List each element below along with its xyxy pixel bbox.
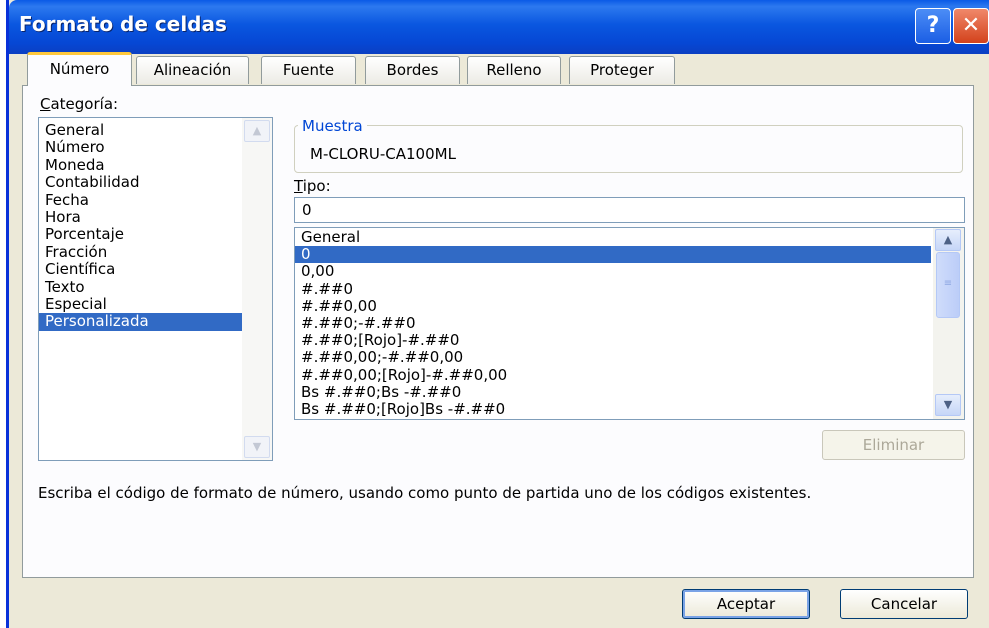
- tab-bordes[interactable]: Bordes: [365, 56, 460, 84]
- category-scrollbar[interactable]: ▲ ▼: [242, 118, 272, 460]
- list-item[interactable]: 0: [295, 246, 931, 264]
- list-item[interactable]: Especial: [39, 295, 272, 313]
- category-label: Categoría:: [40, 95, 119, 113]
- list-item[interactable]: General: [39, 121, 272, 139]
- list-item[interactable]: Porcentaje: [39, 226, 272, 243]
- list-item[interactable]: Bs #.##0;Bs -#.##0: [295, 383, 931, 401]
- sample-legend: Muestra: [298, 117, 367, 135]
- arrow-up-icon[interactable]: ▲: [244, 120, 270, 142]
- list-item[interactable]: #.##0,00;-#.##0,00: [295, 349, 931, 366]
- dialog-title: Formato de celdas: [19, 12, 227, 36]
- list-item[interactable]: #.##0,00;[Rojo]-#.##0,00: [295, 366, 931, 384]
- cancel-button[interactable]: Cancelar: [840, 589, 968, 619]
- format-code-list[interactable]: General 0 0,00 #.##0 #.##0,00 #.##0;-#.##0 #.#…: [294, 227, 965, 420]
- list-item[interactable]: Contabilidad: [39, 173, 272, 191]
- list-item[interactable]: Moneda: [39, 156, 272, 174]
- list-item[interactable]: General: [295, 228, 931, 246]
- close-icon[interactable]: ✕: [953, 8, 989, 44]
- list-item[interactable]: #.##0;-#.##0: [295, 314, 931, 332]
- title-bar[interactable]: Formato de celdas ? ✕: [9, 0, 989, 54]
- list-item[interactable]: Hora: [39, 208, 272, 226]
- list-item[interactable]: Bs #.##0;[Rojo]Bs -#.##0: [295, 400, 931, 418]
- arrow-up-icon[interactable]: ▲: [935, 229, 961, 251]
- tab-alineacion[interactable]: Alineación: [136, 56, 249, 84]
- category-list[interactable]: General Número Moneda Contabilidad Fecha Hora…: [38, 117, 273, 461]
- format-list-scrollbar[interactable]: ▲ ≡ ▼: [933, 228, 964, 419]
- tab-fuente[interactable]: Fuente: [261, 56, 356, 84]
- help-icon[interactable]: ?: [915, 8, 951, 44]
- ok-button[interactable]: Aceptar: [682, 589, 810, 619]
- arrow-down-icon[interactable]: ▼: [935, 394, 961, 416]
- list-item[interactable]: #.##0: [295, 280, 931, 298]
- tab-relleno[interactable]: Relleno: [467, 56, 561, 84]
- list-item[interactable]: Texto: [39, 278, 272, 296]
- arrow-down-icon[interactable]: ▼: [244, 436, 270, 458]
- tab-proteger[interactable]: Proteger: [569, 56, 675, 84]
- list-item[interactable]: 0,00: [295, 263, 931, 280]
- list-item[interactable]: Fecha: [39, 191, 272, 209]
- list-item[interactable]: Personalizada: [39, 313, 272, 331]
- grip-icon[interactable]: ≡: [936, 252, 960, 318]
- sample-value: M-CLORU-CA100ML: [310, 145, 456, 163]
- type-input[interactable]: 0: [294, 197, 965, 223]
- list-item[interactable]: #.##0;[Rojo]-#.##0: [295, 332, 931, 349]
- delete-button[interactable]: Eliminar: [822, 430, 965, 460]
- tab-numero[interactable]: Número: [27, 52, 132, 86]
- list-item[interactable]: Fracción: [39, 243, 272, 261]
- type-label: Tipo:: [294, 177, 331, 195]
- list-item[interactable]: Científica: [39, 260, 272, 278]
- list-item[interactable]: #.##0,00: [295, 297, 931, 315]
- list-item[interactable]: Número: [39, 139, 272, 156]
- help-text: Escriba el código de formato de número, …: [38, 484, 812, 502]
